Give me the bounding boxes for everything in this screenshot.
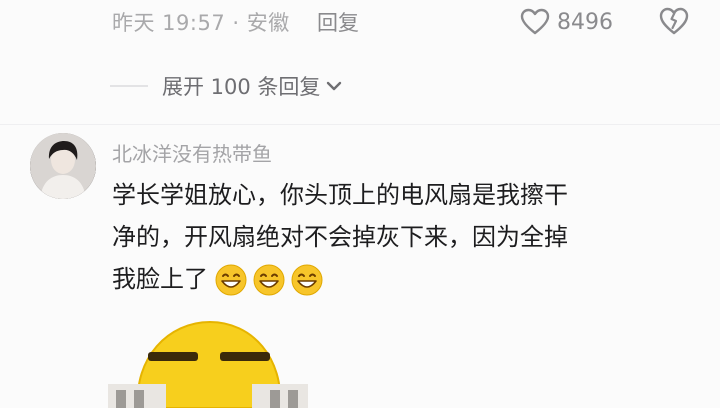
comment-body: 学长学姐放心，你头顶上的电风扇是我擦干净的，开风扇绝对不会掉灰下来，因为全掉我脸… [112, 174, 582, 300]
heart-outline-icon [520, 8, 550, 35]
comment-divider [0, 124, 720, 125]
comment-time-location: 昨天 19:57 · 安徽 [112, 11, 290, 35]
comment-username[interactable]: 北冰洋没有热带鱼 [112, 138, 272, 167]
expand-replies-button[interactable]: 展开 100 条回复 [110, 70, 344, 102]
expand-divider-line [110, 85, 148, 87]
grin-emoji-icon [253, 264, 285, 296]
avatar-person-icon [30, 133, 96, 199]
avatar[interactable] [30, 133, 96, 199]
dislike-button[interactable] [659, 6, 689, 40]
expand-replies-label: 展开 100 条回复 [162, 75, 321, 99]
broken-heart-icon [659, 7, 689, 35]
reply-button[interactable]: 回复 [317, 7, 359, 37]
comment-text: 学长学姐放心，你头顶上的电风扇是我擦干净的，开风扇绝对不会掉灰下来，因为全掉我脸… [112, 181, 568, 293]
like-count: 8496 [557, 9, 613, 35]
like-button[interactable]: 8496 [520, 6, 613, 38]
emoji-group [214, 263, 328, 297]
comment-meta-row: 昨天 19:57 · 安徽 回复 8496 [0, 0, 720, 46]
chevron-down-icon [327, 81, 342, 91]
yellow-face-sticker [108, 320, 308, 408]
grin-emoji-icon [215, 264, 247, 296]
grin-emoji-icon [291, 264, 323, 296]
